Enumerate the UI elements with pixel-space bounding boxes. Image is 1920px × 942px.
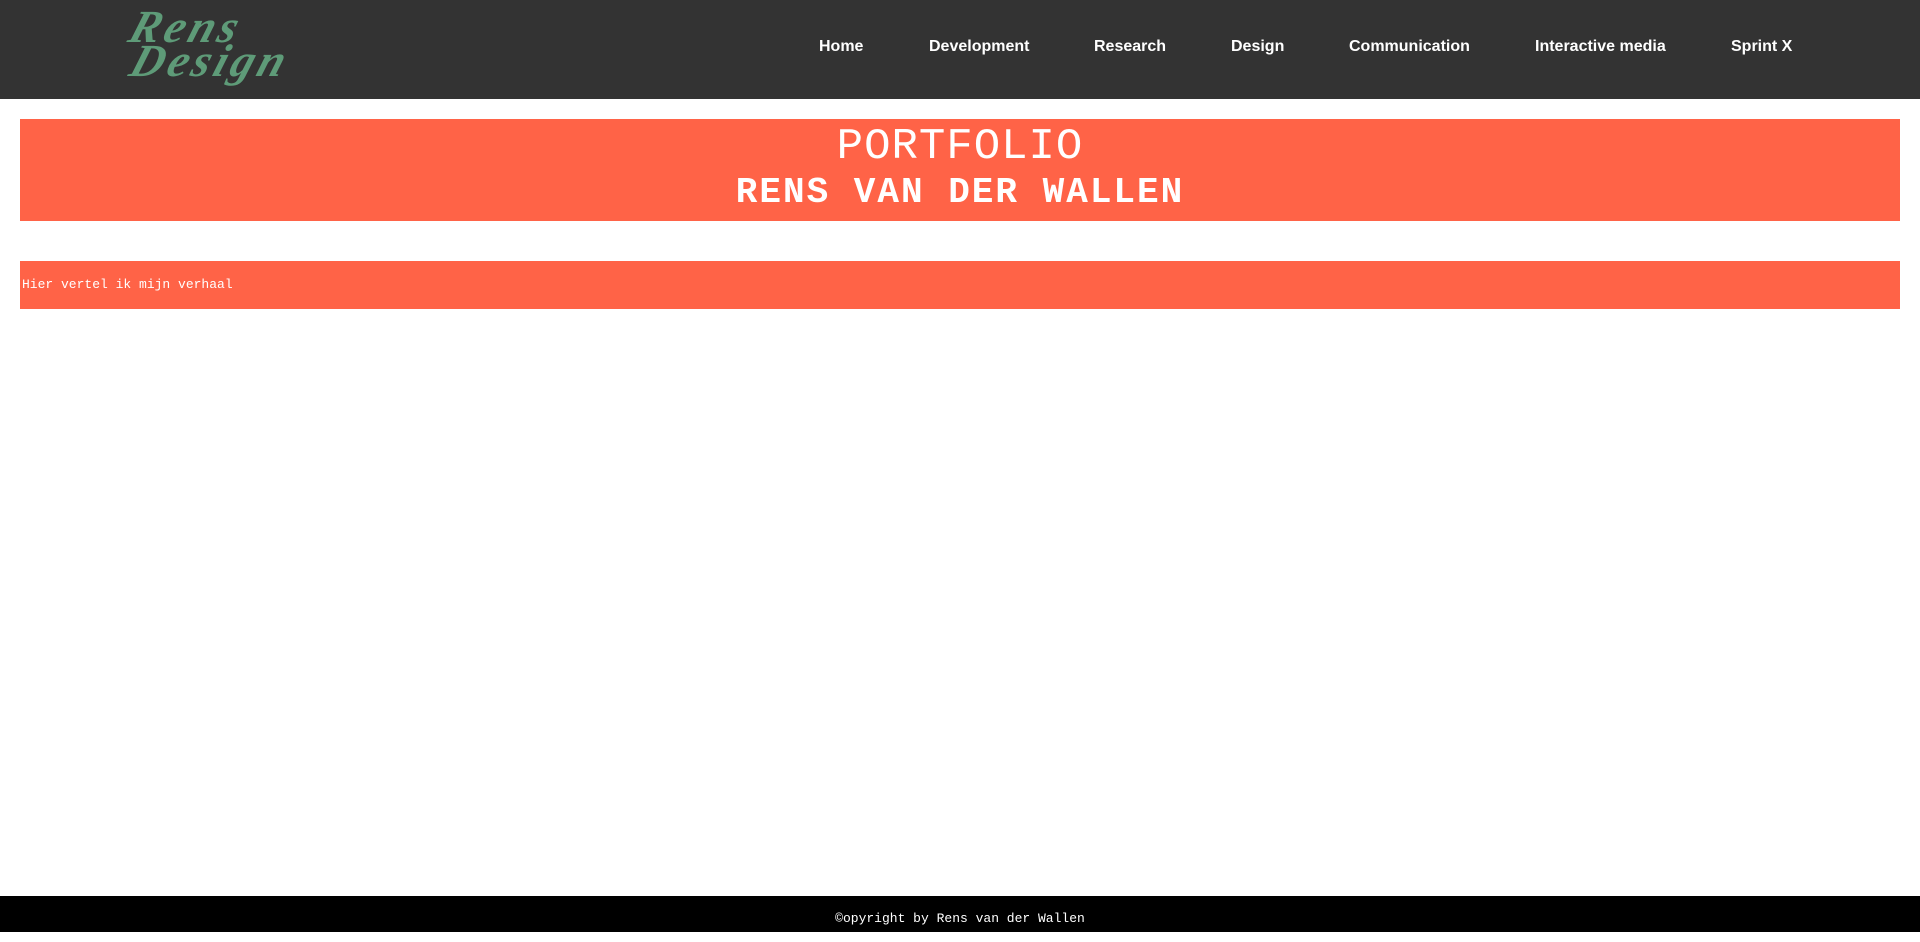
top-navigation-bar: Rens Design Home Development Research De… xyxy=(0,0,1920,99)
nav-link-sprint-x[interactable]: Sprint X xyxy=(1731,38,1792,56)
page-title: PORTFOLIO xyxy=(836,122,1084,172)
nav-link-design[interactable]: Design xyxy=(1231,38,1284,56)
footer: ©opyright by Rens van der Wallen xyxy=(0,896,1920,932)
story-text: Hier vertel ik mijn verhaal xyxy=(22,277,233,292)
nav-link-development[interactable]: Development xyxy=(929,38,1029,56)
story-section: Hier vertel ik mijn verhaal xyxy=(20,261,1900,309)
nav-link-home[interactable]: Home xyxy=(819,38,863,56)
main-nav: Home Development Research Design Communi… xyxy=(0,0,1920,99)
portfolio-banner: PORTFOLIO RENS VAN DER WALLEN xyxy=(20,119,1900,221)
nav-link-interactive-media[interactable]: Interactive media xyxy=(1535,38,1666,56)
page-subtitle: RENS VAN DER WALLEN xyxy=(735,172,1185,213)
nav-link-communication[interactable]: Communication xyxy=(1349,38,1470,56)
nav-link-research[interactable]: Research xyxy=(1094,38,1166,56)
copyright-text: ©opyright by Rens van der Wallen xyxy=(835,911,1085,926)
